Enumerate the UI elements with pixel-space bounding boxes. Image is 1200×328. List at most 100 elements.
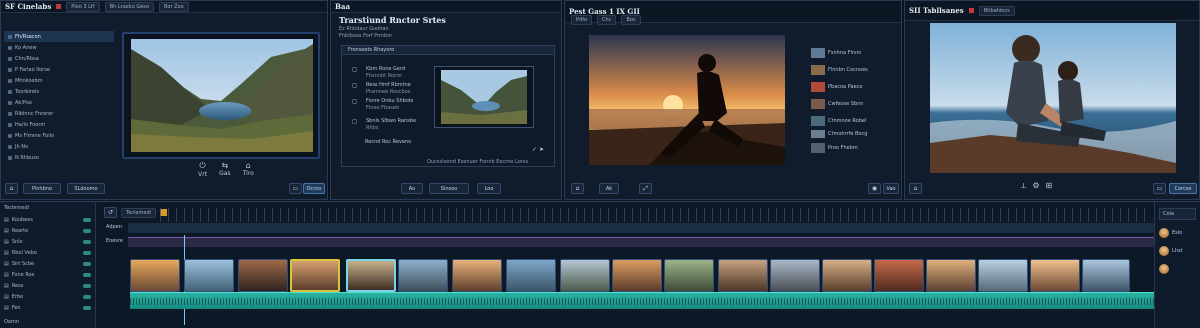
track-row[interactable]: ▤ Ress (0, 280, 95, 291)
preview-tab-3[interactable]: Boc (621, 15, 641, 25)
clip-selected[interactable] (290, 259, 340, 292)
audio-track[interactable] (130, 292, 1158, 309)
track-row[interactable]: ▤ Fen (0, 302, 95, 313)
track-row[interactable]: ▤ Sirt Scbe (0, 258, 95, 269)
viewer-button[interactable]: Corcse (1169, 183, 1197, 194)
track-row[interactable]: ▤ Snlo (0, 236, 95, 247)
tree-item[interactable]: Ha/lo Foorm (4, 119, 114, 130)
list-item[interactable]: Proo Fhebm (811, 139, 897, 156)
clip[interactable] (130, 259, 180, 292)
layout-icon[interactable]: ⊞ (1046, 181, 1053, 191)
preview-button-1[interactable]: Ak (599, 183, 619, 194)
media-button-1[interactable]: Pinhbno (23, 183, 61, 194)
track-toggle[interactable] (83, 272, 91, 277)
track-toggle[interactable] (83, 228, 91, 233)
clip[interactable] (770, 259, 820, 292)
track-row[interactable]: ▤ Koubees (0, 214, 95, 225)
tune-icon[interactable]: ⚙ (1032, 181, 1039, 191)
clip[interactable] (664, 259, 714, 292)
track-toggle[interactable] (83, 217, 91, 222)
effect-option-2[interactable]: ◻ Ress Hmf Rbmtne Ptamnee Roscbos (352, 82, 411, 95)
home-button[interactable]: ⌂ (5, 183, 18, 194)
effect-option-4[interactable]: ◻ Sbnls Slbwo Ransbe Rhbs (352, 118, 416, 131)
clip[interactable] (612, 259, 662, 292)
clip[interactable] (822, 259, 872, 292)
track-toggle[interactable] (83, 261, 91, 266)
clip[interactable] (718, 259, 768, 292)
clip-selected[interactable] (346, 259, 396, 292)
tree-item[interactable]: Jh No (4, 141, 114, 152)
tree-item[interactable]: Fh/Rsacon (4, 31, 114, 42)
apply-label[interactable]: Recnd Roc Reveno (365, 139, 411, 145)
media-tab-1[interactable]: Ploo 3 LH (66, 1, 100, 12)
tree-item[interactable]: Mhnkoebm (4, 75, 114, 86)
list-item[interactable]: Pbacoa Paeco (811, 78, 897, 95)
tree-item[interactable]: Ko Anew (4, 42, 114, 53)
loop-control[interactable]: ⇆ Gas (219, 161, 230, 181)
clip[interactable] (1030, 259, 1080, 292)
window-button[interactable]: ▭ (1153, 183, 1166, 194)
crop-icon[interactable]: ⟂ (1021, 181, 1026, 191)
preview-tab-1[interactable]: Pdfo (571, 15, 593, 25)
media-tab-3[interactable]: Bor Zoo (158, 1, 189, 12)
list-item[interactable]: Flnnbn Cocnoes (811, 61, 897, 78)
clip[interactable] (184, 259, 234, 292)
clip[interactable] (398, 259, 448, 292)
media-button-3[interactable]: Ocroo (303, 183, 325, 194)
clip[interactable] (238, 259, 288, 292)
track-toggle[interactable] (83, 239, 91, 244)
clip[interactable] (506, 259, 556, 292)
track-row[interactable]: ▤ Rbol Vebo (0, 247, 95, 258)
undo-button[interactable]: ↺ (104, 207, 117, 218)
edit-button-3[interactable]: Loo (477, 183, 501, 194)
effect-option-3[interactable]: ◻ Fsnre Onbu Shbolo Flneo Fbaseb (352, 98, 413, 111)
preview-tab-2[interactable]: Chc (597, 15, 617, 25)
media-tab-2[interactable]: Bh Lrasbu Geso (104, 1, 154, 12)
viewer-tag[interactable]: Btlbahiocs (978, 5, 1015, 16)
list-item[interactable]: Ctmohrrfe Bocg (811, 129, 897, 139)
effect-option-1[interactable]: ◻ Kbm Rone Gerd Fhsnnbt Rocm (352, 66, 405, 79)
track-row[interactable]: ▤ Erbe (0, 291, 95, 302)
track-toggle[interactable] (83, 294, 91, 299)
effects-track-bar[interactable] (128, 237, 1154, 247)
play-control[interactable]: ⏻ Vrt (198, 161, 207, 181)
expand-button[interactable]: ⤢ (639, 183, 652, 194)
track-row[interactable]: ▤ Fone Ros (0, 269, 95, 280)
track-row[interactable]: ▤ Rearte (0, 225, 95, 236)
clip[interactable] (874, 259, 924, 292)
home-button[interactable]: ⌂ (571, 183, 584, 194)
collaborator[interactable] (1159, 264, 1196, 276)
tree-item[interactable]: Riblnnc Fnrerer (4, 108, 114, 119)
collaborator[interactable]: Lhst (1159, 246, 1196, 256)
track-toggle[interactable] (83, 305, 91, 310)
edit-button-2[interactable]: Slnoso (429, 183, 469, 194)
tree-item[interactable]: P Farlao Ilorse (4, 64, 114, 75)
list-item[interactable]: Ctnmnoe Robel (811, 112, 897, 129)
clip[interactable] (978, 259, 1028, 292)
track-toggle[interactable] (83, 250, 91, 255)
camera-button[interactable]: ◉ (868, 183, 881, 194)
video-track-bar[interactable] (128, 223, 1154, 233)
tree-item[interactable]: Ms Flrnme Foilo (4, 130, 114, 141)
collaborator[interactable]: Eslo (1159, 228, 1196, 238)
timeline-tab[interactable]: Teclemedi (121, 207, 157, 218)
media-button-2[interactable]: SLdoomo (67, 183, 105, 194)
clip[interactable] (452, 259, 502, 292)
list-item[interactable]: Cwfeose Sbnn (811, 95, 897, 112)
track-toggle[interactable] (83, 283, 91, 288)
clip[interactable] (1082, 259, 1130, 292)
clip[interactable] (560, 259, 610, 292)
side-tab[interactable]: Cola (1159, 208, 1196, 220)
edit-button-1[interactable]: Ao (401, 183, 423, 194)
wand-icon[interactable]: ✓ (532, 146, 537, 153)
effects-tab[interactable]: Fronseets Rhayoro (342, 46, 554, 55)
tree-item[interactable]: N Rhbuso (4, 152, 114, 163)
mark-control[interactable]: ⌂ Tlro (243, 161, 254, 181)
tree-item[interactable]: Toorbirels (4, 86, 114, 97)
preview-button-2[interactable]: Vao (883, 183, 899, 194)
clip[interactable] (926, 259, 976, 292)
window-button[interactable]: ▭ (289, 183, 302, 194)
tree-item[interactable]: Chn/Rbsa (4, 53, 114, 64)
share-icon[interactable]: ➤ (539, 146, 544, 153)
home-button[interactable]: ⌂ (909, 183, 922, 194)
